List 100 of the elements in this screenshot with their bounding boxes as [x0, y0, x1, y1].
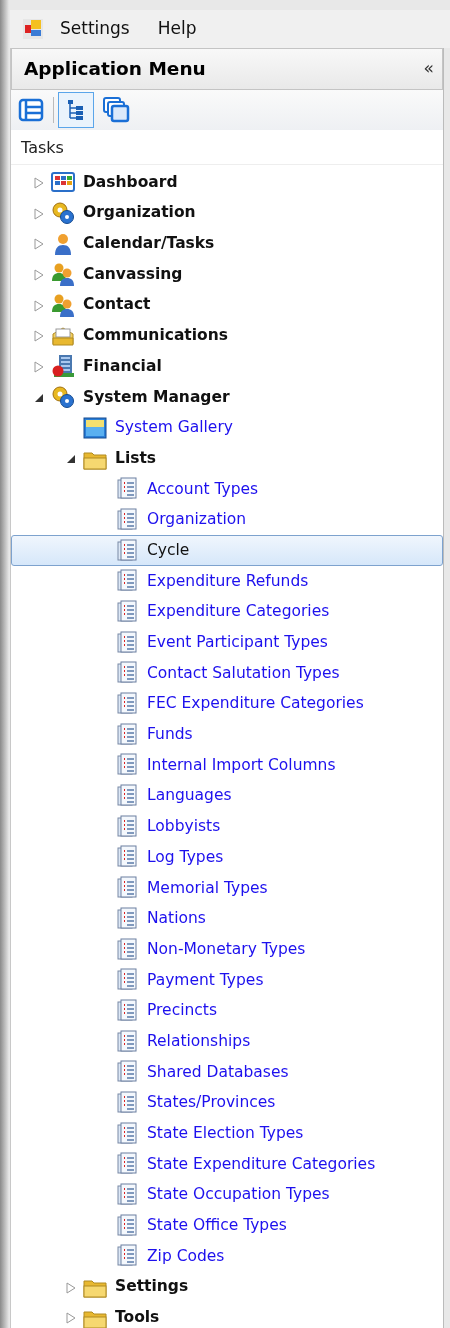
- list-icon: [115, 1213, 139, 1238]
- tree-item[interactable]: Event Participant Types: [11, 627, 443, 658]
- gallery-icon: [83, 415, 107, 440]
- tree-item[interactable]: State Office Types: [11, 1210, 443, 1242]
- item-label: System Manager: [83, 386, 230, 408]
- tree-item[interactable]: Lists: [11, 443, 443, 474]
- item-label: Dashboard: [83, 171, 178, 193]
- tree-item[interactable]: Communications: [11, 320, 443, 352]
- list-icon: [115, 507, 139, 532]
- list-icon: [115, 599, 139, 624]
- panel-title: Application Menu: [24, 57, 206, 81]
- gears-icon: [51, 201, 75, 226]
- list-icon: [115, 968, 139, 993]
- dashboard-icon: [51, 170, 75, 195]
- tree-item[interactable]: Internal Import Columns: [11, 750, 443, 781]
- item-label: Organization: [83, 202, 196, 224]
- item-label: State Office Types: [147, 1215, 287, 1237]
- list-icon: [115, 661, 139, 686]
- tree-item[interactable]: FEC Expenditure Categories: [11, 688, 443, 720]
- list-icon: [115, 998, 139, 1023]
- app-icon[interactable]: [22, 18, 44, 40]
- tree-item[interactable]: Dashboard: [11, 167, 443, 198]
- tree-item[interactable]: State Occupation Types: [11, 1179, 443, 1211]
- list-icon: [115, 1060, 139, 1085]
- tree-item[interactable]: Tools: [11, 1302, 443, 1328]
- item-label: Financial: [83, 355, 162, 377]
- tree-item[interactable]: Cycle: [11, 535, 443, 566]
- tree-item[interactable]: Languages: [11, 780, 443, 812]
- list-icon: [115, 538, 139, 563]
- tree-item[interactable]: Memorial Types: [11, 872, 443, 904]
- list-icon: [115, 1029, 139, 1054]
- menu-item[interactable]: Settings: [48, 16, 142, 42]
- people-icon: [51, 262, 75, 287]
- item-label: State Occupation Types: [147, 1184, 330, 1206]
- tree-item[interactable]: Organization: [11, 504, 443, 536]
- item-label: Funds: [147, 724, 193, 746]
- tree-item[interactable]: Zip Codes: [11, 1241, 443, 1272]
- item-label: Settings: [115, 1276, 189, 1298]
- tree-item[interactable]: Payment Types: [11, 964, 443, 996]
- tree-item[interactable]: Log Types: [11, 842, 443, 873]
- list-icon: [115, 814, 139, 839]
- item-label: Calendar/Tasks: [83, 233, 215, 255]
- item-label: Nations: [147, 908, 206, 930]
- list-icon: [115, 569, 139, 594]
- tree-item[interactable]: Expenditure Categories: [11, 596, 443, 628]
- item-label: Lists: [115, 447, 157, 469]
- list-icon: [115, 1183, 139, 1208]
- tree-item[interactable]: Nations: [11, 903, 443, 935]
- item-label: Account Types: [147, 478, 259, 500]
- item-label: Tools: [115, 1307, 160, 1328]
- item-label: Cycle: [147, 539, 190, 561]
- tree-item[interactable]: Organization: [11, 197, 443, 229]
- item-label: Contact: [83, 294, 151, 316]
- tree-item[interactable]: Account Types: [11, 473, 443, 505]
- item-label: Precincts: [147, 1000, 217, 1022]
- list-icon: [115, 1121, 139, 1146]
- menu-item[interactable]: Help: [145, 16, 209, 42]
- tree-item[interactable]: State Election Types: [11, 1118, 443, 1149]
- tree-item[interactable]: Funds: [11, 719, 443, 751]
- item-label: State Election Types: [147, 1123, 304, 1145]
- tree-item[interactable]: State Expenditure Categories: [11, 1149, 443, 1180]
- item-label: Expenditure Refunds: [147, 570, 309, 592]
- tree-item[interactable]: Expenditure Refunds: [11, 565, 443, 597]
- item-label: State Expenditure Categories: [147, 1153, 376, 1175]
- tree-item[interactable]: System Gallery: [11, 412, 443, 444]
- item-label: Payment Types: [147, 969, 264, 991]
- item-label: States/Provinces: [147, 1092, 276, 1114]
- tree-item[interactable]: Precincts: [11, 995, 443, 1027]
- tree-item[interactable]: System Manager: [11, 381, 443, 413]
- list-icon: [115, 1244, 139, 1269]
- people-icon: [51, 293, 75, 318]
- tree-item[interactable]: Relationships: [11, 1026, 443, 1057]
- tree-item[interactable]: Canvassing: [11, 259, 443, 290]
- tree-item[interactable]: Lobbyists: [11, 811, 443, 843]
- tree-item[interactable]: States/Provinces: [11, 1087, 443, 1119]
- list-icon: [115, 477, 139, 502]
- item-label: Zip Codes: [147, 1245, 225, 1267]
- collapse-button[interactable]: «: [423, 56, 434, 82]
- gears-icon: [51, 385, 75, 410]
- tree-item[interactable]: Non-Monetary Types: [11, 934, 443, 965]
- tree-item[interactable]: Calendar/Tasks: [11, 228, 443, 260]
- view-button[interactable]: [58, 92, 94, 128]
- item-label: Contact Salutation Types: [147, 662, 340, 684]
- item-label: System Gallery: [115, 417, 233, 439]
- tree-item[interactable]: Settings: [11, 1271, 443, 1303]
- item-label: Expenditure Categories: [147, 601, 330, 623]
- tree-item[interactable]: Shared Databases: [11, 1056, 443, 1088]
- item-label: Non-Monetary Types: [147, 938, 306, 960]
- building-money-icon: [51, 354, 75, 379]
- list-view-icon: [18, 97, 44, 123]
- list-icon: [115, 722, 139, 747]
- list-icon: [115, 845, 139, 870]
- list-icon: [115, 937, 139, 962]
- list-icon: [115, 906, 139, 931]
- tree-item[interactable]: Contact: [11, 289, 443, 321]
- tree-item[interactable]: Financial: [11, 351, 443, 382]
- list-icon: [115, 1152, 139, 1177]
- tree-item[interactable]: Contact Salutation Types: [11, 658, 443, 689]
- section-label: Tasks: [11, 130, 443, 165]
- item-label: Canvassing: [83, 263, 183, 285]
